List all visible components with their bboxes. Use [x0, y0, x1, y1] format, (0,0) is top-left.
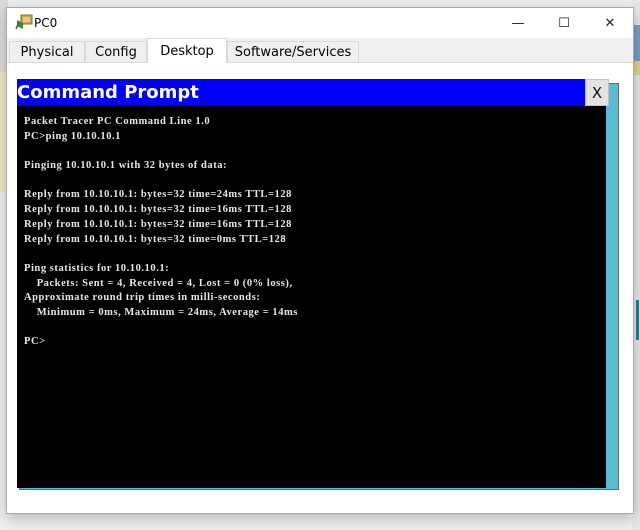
tab-bar: Physical Config Desktop Software/Service… [7, 38, 633, 63]
window-title: PC0 [34, 16, 58, 30]
terminal-output[interactable]: Packet Tracer PC Command Line 1.0 PC>pin… [17, 106, 606, 488]
terminal-line: Reply from 10.10.10.1: bytes=32 time=16m… [24, 204, 292, 216]
terminal-line: Approximate round trip times in milli-se… [24, 292, 261, 304]
close-icon: ✕ [604, 15, 616, 31]
background-app-mark [636, 300, 639, 340]
maximize-button[interactable]: ☐ [541, 8, 587, 38]
terminal-line: Ping statistics for 10.10.10.1: [24, 262, 170, 274]
terminal-line: Packets: Sent = 4, Received = 4, Lost = … [24, 277, 293, 289]
tab-physical[interactable]: Physical [9, 41, 85, 62]
command-prompt-window: Command Prompt X Packet Tracer PC Comman… [17, 79, 609, 488]
command-prompt-title: Command Prompt [17, 82, 199, 103]
terminal-line: Reply from 10.10.10.1: bytes=32 time=0ms… [24, 233, 287, 245]
pc-device-icon [15, 14, 33, 30]
close-icon: X [591, 83, 603, 102]
terminal-line: Reply from 10.10.10.1: bytes=32 time=16m… [24, 218, 292, 230]
terminal-line: Pinging 10.10.10.1 with 32 bytes of data… [24, 160, 228, 172]
terminal-line: PC>ping 10.10.10.1 [24, 130, 121, 142]
terminal-prompt-line[interactable]: PC> [24, 335, 606, 350]
minimize-button[interactable]: — [495, 8, 541, 38]
tab-software-services[interactable]: Software/Services [227, 41, 359, 62]
close-button[interactable]: ✕ [587, 8, 633, 38]
tab-config[interactable]: Config [85, 41, 147, 62]
tab-desktop[interactable]: Desktop [147, 38, 227, 63]
window-titlebar[interactable]: PC0 — ☐ ✕ [7, 8, 633, 38]
command-prompt-titlebar: Command Prompt [17, 79, 585, 106]
terminal-line: Reply from 10.10.10.1: bytes=32 time=24m… [24, 189, 292, 201]
minimize-icon: — [511, 15, 525, 31]
maximize-icon: ☐ [558, 15, 570, 31]
terminal-line: Packet Tracer PC Command Line 1.0 [24, 116, 211, 127]
command-prompt-close-button[interactable]: X [585, 79, 609, 106]
terminal-line: Minimum = 0ms, Maximum = 24ms, Average =… [24, 306, 298, 318]
